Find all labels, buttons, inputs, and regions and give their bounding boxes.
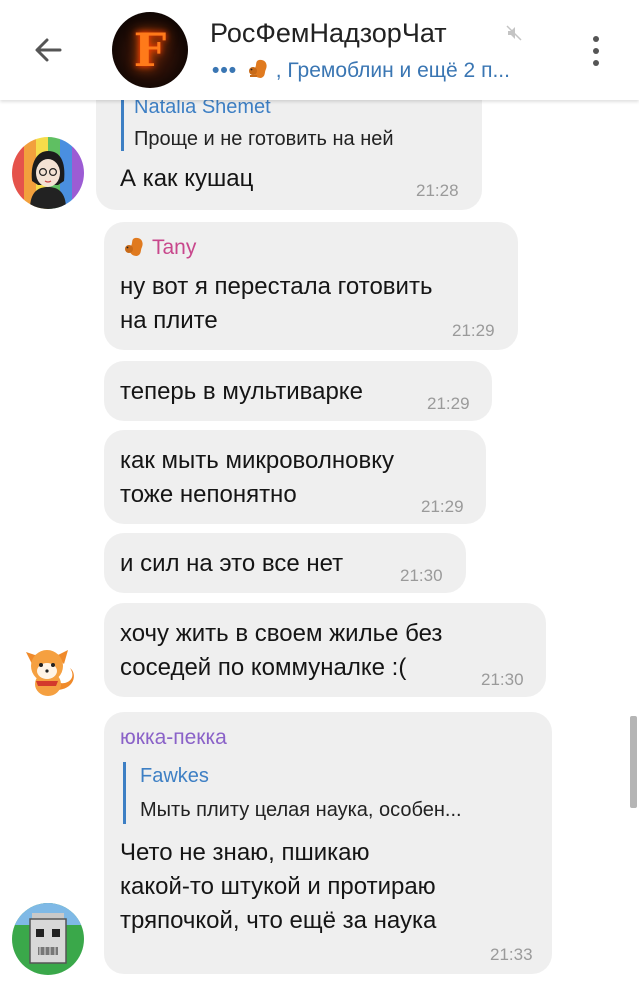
message-time: 21:28 — [416, 181, 459, 200]
message-text: хочу жить в своем жилье без — [120, 620, 443, 647]
message-time: 21:33 — [490, 945, 533, 964]
reply-quote-author: Fawkes — [140, 765, 209, 787]
chat-title[interactable]: РосФемНадзорЧат — [210, 18, 447, 49]
message-text: тряпочкой, что ещё за наука — [120, 907, 437, 934]
message-text: ну вот я перестала готовить — [120, 273, 433, 300]
message-bubble[interactable]: и сил на это все нет 21:30 — [104, 533, 466, 593]
message-text: А как кушац — [120, 165, 254, 192]
message-text: теперь в мультиварке — [120, 378, 363, 405]
user-avatar-yukka-pekka[interactable] — [12, 903, 84, 975]
user-avatar-natalia[interactable] — [12, 137, 84, 209]
reply-quote-bar — [123, 762, 126, 824]
avatar-fox-icon — [12, 634, 84, 706]
reply-quote-text: Мыть плиту целая наука, особен... — [140, 799, 462, 821]
message-text: как мыть микроволновку — [120, 447, 394, 474]
message-text: Чето не знаю, пшикаю — [120, 839, 370, 866]
message-text: какой-то штукой и протираю — [120, 873, 436, 900]
message-sender[interactable]: Tany — [152, 236, 196, 260]
user-avatar-tany[interactable] — [12, 634, 84, 706]
message-text: на плите — [120, 307, 218, 334]
chat-members-text: , Гремоблин и ещё 2 п... — [275, 59, 510, 82]
more-menu-icon[interactable] — [588, 34, 604, 68]
squirrel-icon — [125, 237, 143, 256]
message-text: и сил на это все нет — [120, 550, 344, 577]
message-bubble[interactable]: Tany ну вот я перестала готовить на плит… — [104, 222, 518, 350]
scrollbar-thumb[interactable] — [630, 716, 637, 808]
mute-icon — [506, 25, 522, 41]
reply-quote-text: Проще и не готовить на ней — [134, 128, 394, 150]
typing-indicator: ••• — [212, 59, 238, 82]
message-time: 21:30 — [481, 670, 524, 689]
message-time: 21:30 — [400, 566, 443, 585]
message-bubble[interactable]: как мыть микроволновку тоже непонятно 21… — [104, 430, 486, 524]
message-time: 21:29 — [452, 321, 495, 340]
avatar-robot-icon — [12, 903, 84, 975]
message-time: 21:29 — [421, 497, 464, 516]
squirrel-icon — [248, 59, 267, 78]
message-time: 21:29 — [427, 394, 470, 413]
message-sender[interactable]: юкка-пекка — [120, 726, 227, 750]
message-bubble[interactable]: юкка-пекка Fawkes Мыть плиту целая наука… — [104, 712, 552, 974]
message-bubble[interactable]: теперь в мультиварке 21:29 — [104, 361, 492, 421]
message-bubble[interactable]: Natalia Shemet Проще и не готовить на не… — [96, 96, 482, 210]
chat-avatar-letter: F — [133, 23, 167, 77]
avatar-girl-icon — [12, 137, 84, 209]
chat-avatar[interactable]: F — [112, 12, 188, 88]
message-text: соседей по коммуналке :( — [120, 654, 407, 681]
message-text: тоже непонятно — [120, 481, 297, 508]
reply-quote-bar — [121, 96, 124, 151]
chat-subtitle: ••• , Гремоблин и ещё 2 п... — [212, 58, 510, 83]
back-arrow-icon[interactable] — [30, 32, 66, 68]
chat-header: F РосФемНадзорЧат ••• , Гремоблин и ещё … — [0, 0, 639, 100]
message-bubble[interactable]: хочу жить в своем жилье без соседей по к… — [104, 603, 546, 697]
